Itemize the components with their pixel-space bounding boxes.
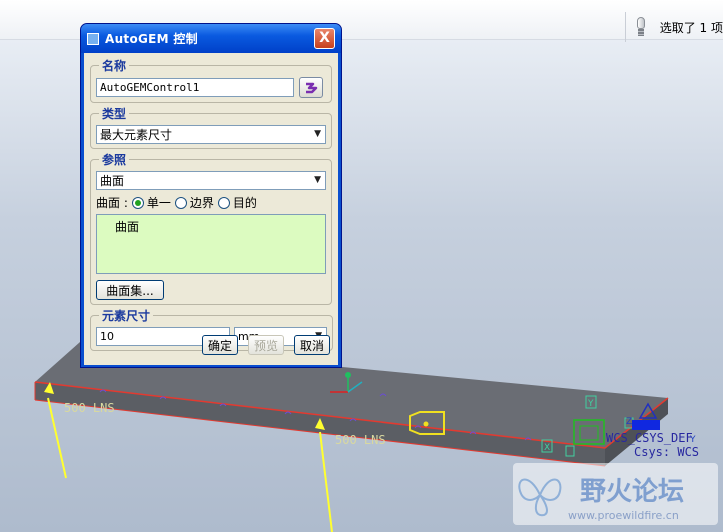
constraint-x-label: X xyxy=(544,443,550,453)
close-button[interactable]: X xyxy=(314,28,335,49)
watermark: 野火论坛 www.proewildfire.cn xyxy=(513,463,718,525)
radio-intent[interactable] xyxy=(217,196,230,209)
shuffle-icon xyxy=(306,82,318,93)
auto-name-button[interactable] xyxy=(299,77,323,98)
ok-button[interactable]: 确定 xyxy=(202,335,238,355)
watermark-brand: 野火论坛 xyxy=(580,477,684,507)
type-group: 类型 最大元素尺寸 ▼ xyxy=(90,105,332,149)
preview-button: 预览 xyxy=(248,335,284,355)
chevron-down-icon: ▼ xyxy=(314,175,321,185)
dialog-body: 名称 AutoGEMControl1 类型 最大元素尺寸 ▼ 参照 曲面 ▼ 曲… xyxy=(84,53,338,365)
selection-status-text: 选取了 1 项 xyxy=(659,20,723,35)
load-label-right: 500 LNS xyxy=(335,433,386,447)
lightbulb-icon[interactable] xyxy=(634,15,648,39)
wcs-def-label: WCS_CSYS_DEF xyxy=(606,431,693,445)
element-size-legend: 元素尺寸 xyxy=(102,309,151,323)
radio-boundary-label[interactable]: 边界 xyxy=(190,194,214,211)
name-legend: 名称 xyxy=(102,59,127,73)
name-input[interactable]: AutoGEMControl1 xyxy=(96,78,294,97)
radio-single[interactable] xyxy=(131,196,144,209)
surface-set-button[interactable]: 曲面集... xyxy=(96,280,164,300)
reference-select-value: 曲面 xyxy=(100,174,125,188)
type-legend: 类型 xyxy=(102,107,127,121)
load-label-left: 500 LNS xyxy=(64,401,115,415)
reference-group: 参照 曲面 ▼ 曲面 : 单一 边界 目的 曲面 曲面集... xyxy=(90,151,332,305)
chevron-down-icon: ▼ xyxy=(314,129,321,139)
dialog-titlebar[interactable]: AutoGEM 控制 X xyxy=(81,24,341,53)
window-icon xyxy=(87,32,99,45)
cancel-button[interactable]: 取消 xyxy=(294,335,330,355)
dialog-footer: 确定 预览 取消 xyxy=(202,335,330,355)
reference-legend: 参照 xyxy=(102,153,127,167)
autogem-control-dialog: AutoGEM 控制 X 名称 AutoGEMControl1 类型 最大元素尺… xyxy=(80,23,342,368)
load-arrow-right[interactable] xyxy=(315,418,333,532)
radio-single-label[interactable]: 单一 xyxy=(147,194,171,211)
type-select-value: 最大元素尺寸 xyxy=(100,128,173,142)
constraint-y-label: Y xyxy=(587,399,594,409)
tag-hole xyxy=(423,421,429,427)
reference-select[interactable]: 曲面 ▼ xyxy=(96,171,326,190)
reference-list[interactable]: 曲面 xyxy=(96,214,326,274)
radio-boundary[interactable] xyxy=(174,196,187,209)
type-select[interactable]: 最大元素尺寸 ▼ xyxy=(96,125,326,144)
csys-label: Csys: WCS xyxy=(634,445,699,459)
name-group: 名称 AutoGEMControl1 xyxy=(90,57,332,103)
surface-mode-radios: 曲面 : 单一 边界 目的 xyxy=(96,194,326,211)
selection-status: 选取了 1 项 xyxy=(624,12,723,42)
watermark-url: www.proewildfire.cn xyxy=(568,509,679,522)
csys-z-label: Z xyxy=(626,417,632,427)
list-item[interactable]: 曲面 xyxy=(115,218,325,235)
dialog-title: AutoGEM 控制 xyxy=(105,32,198,46)
radio-intent-label[interactable]: 目的 xyxy=(233,194,257,211)
surface-radio-label: 曲面 : xyxy=(96,196,128,210)
